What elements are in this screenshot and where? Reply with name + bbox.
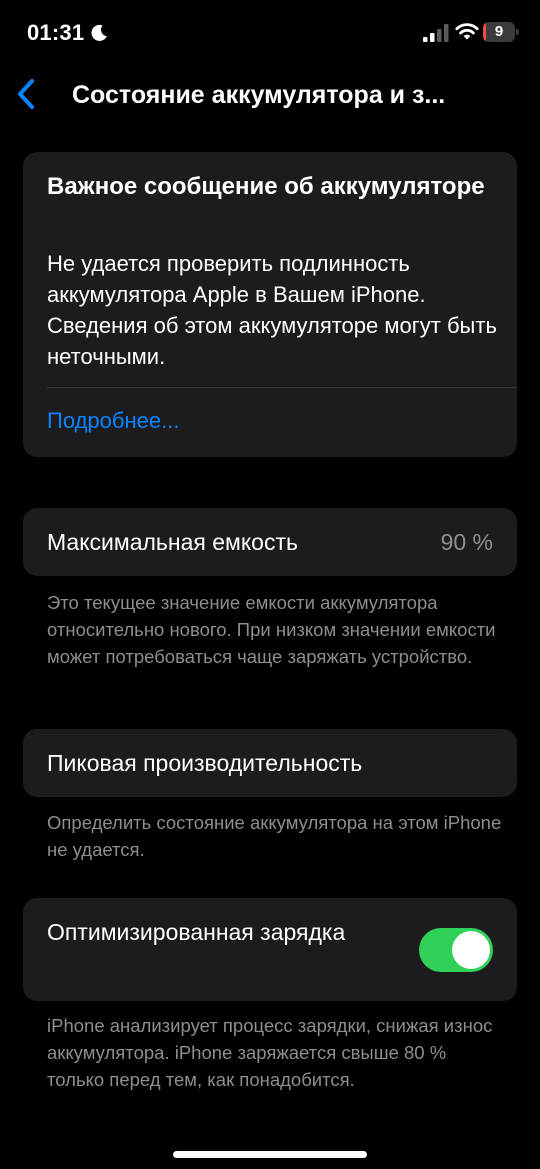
back-button[interactable] xyxy=(8,76,44,112)
battery-alert-card: Важное сообщение об аккумуляторе Не удае… xyxy=(23,152,517,457)
moon-icon xyxy=(91,24,107,41)
cellular-signal-icon xyxy=(423,24,449,42)
maximum-capacity-label: Максимальная емкость xyxy=(47,529,298,555)
page-title: Состояние аккумулятора и з... xyxy=(72,81,446,109)
status-bar: 01:31 9 xyxy=(0,0,540,66)
optimized-charging-footnote: iPhone анализирует процесс зарядки, сниж… xyxy=(47,1015,493,1090)
battery-body: 9 xyxy=(483,22,515,42)
peak-performance-footnote: Определить состояние аккумулятора на это… xyxy=(47,812,502,860)
battery-level: 9 xyxy=(494,23,504,40)
home-indicator[interactable] xyxy=(173,1151,367,1158)
optimized-charging-toggle[interactable] xyxy=(419,928,493,972)
battery-cap xyxy=(516,29,519,35)
maximum-capacity-row: Максимальная емкость 90 % xyxy=(23,508,517,576)
peak-performance-label: Пиковая производительность xyxy=(47,750,363,776)
toggle-knob xyxy=(452,931,490,969)
chevron-left-icon xyxy=(18,79,34,109)
maximum-capacity-footnote: Это текущее значение емкости аккумулятор… xyxy=(47,592,496,667)
learn-more-link[interactable]: Подробнее... xyxy=(47,406,179,436)
alert-title: Важное сообщение об аккумуляторе xyxy=(47,173,485,200)
divider xyxy=(47,387,517,388)
maximum-capacity-value: 90 % xyxy=(440,529,493,555)
optimized-charging-row: Оптимизированная зарядка xyxy=(23,898,517,1001)
optimized-charging-label: Оптимизированная зарядка xyxy=(47,919,346,945)
battery-icon: 9 xyxy=(483,22,519,42)
status-time: 01:31 xyxy=(27,20,85,45)
wifi-icon xyxy=(455,23,479,40)
peak-performance-row: Пиковая производительность xyxy=(23,729,517,797)
alert-body: Не удается проверить подлинность аккумул… xyxy=(47,251,497,369)
